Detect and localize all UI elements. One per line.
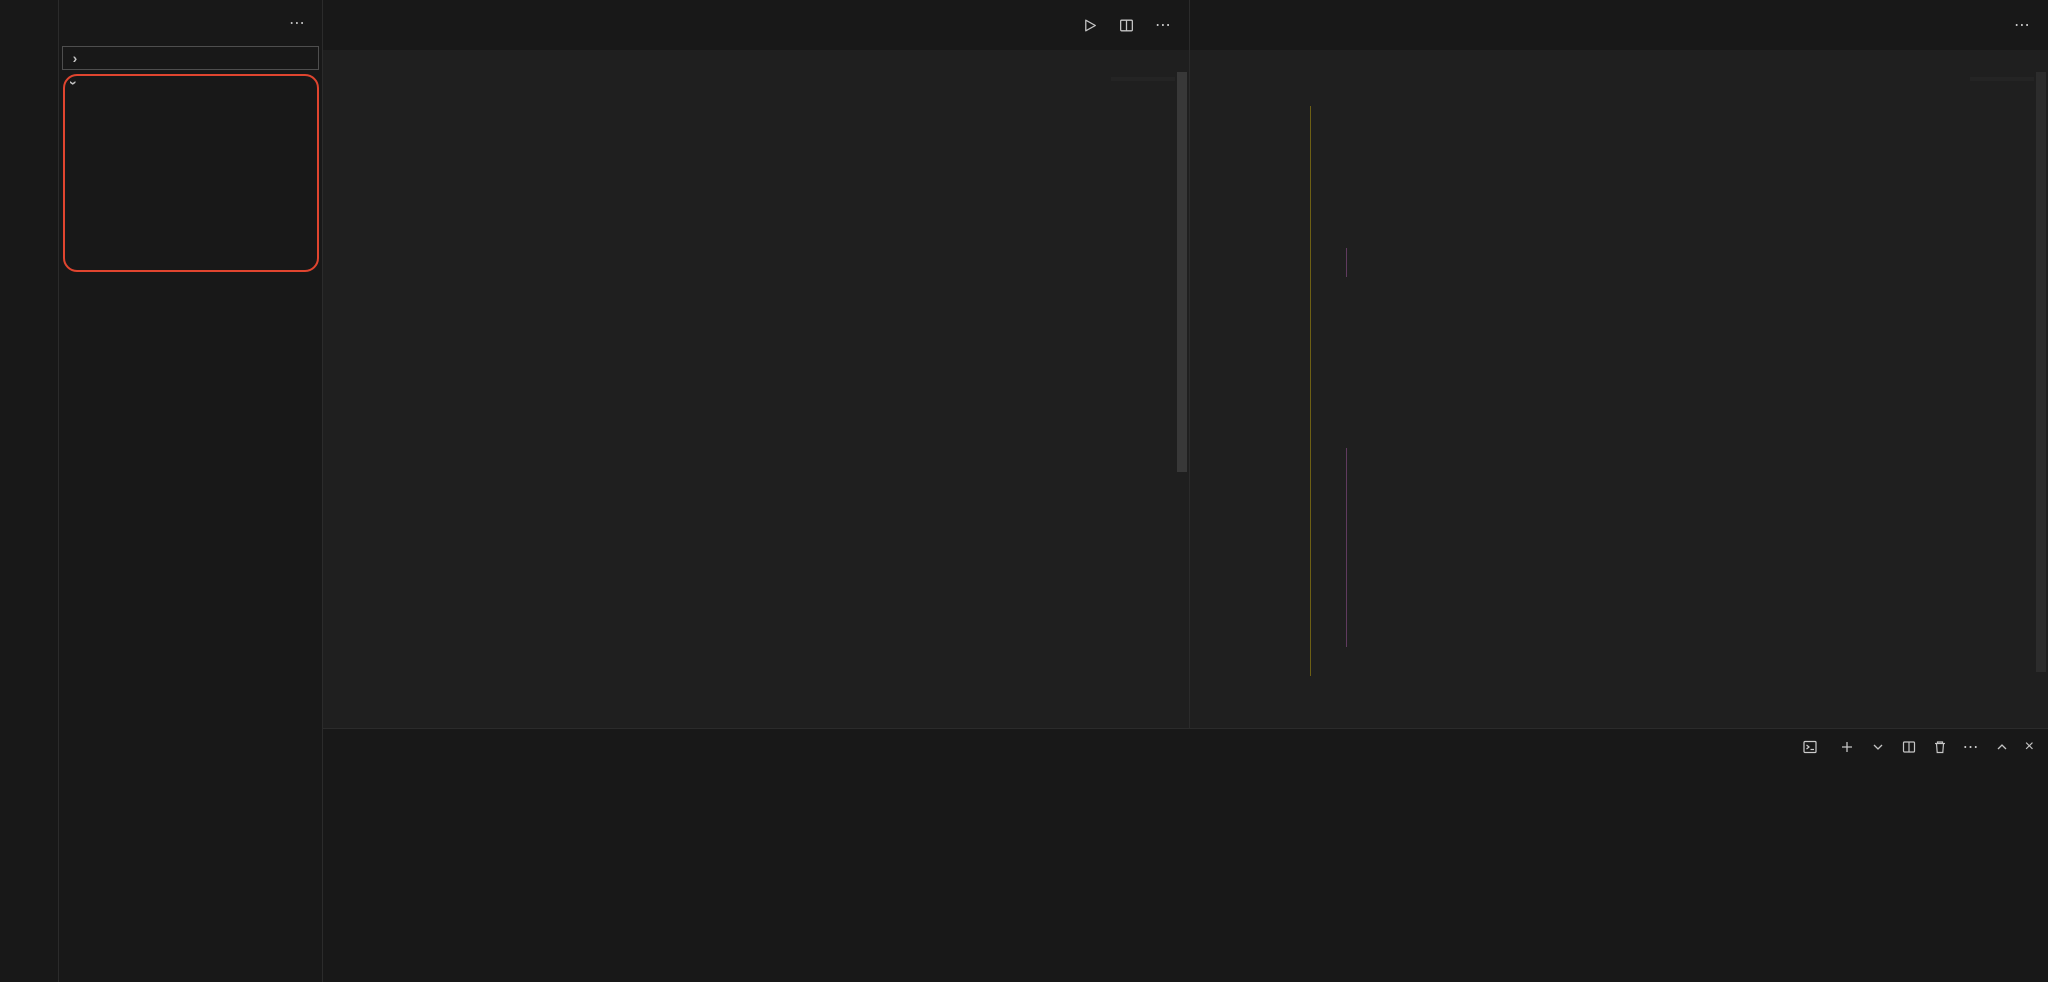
panel-actions: ⋯ ×	[1802, 737, 2034, 757]
indent-guide	[1346, 448, 1347, 648]
close-panel-icon[interactable]: ×	[2025, 738, 2034, 756]
code-area-right	[1190, 72, 2048, 728]
breadcrumb	[323, 50, 1189, 72]
tab-bar-right: ⋯	[1190, 0, 2048, 50]
more-actions-icon[interactable]: ⋯	[2014, 15, 2030, 35]
explorer-sidebar: ⋯ › ›	[59, 0, 323, 982]
run-file-button[interactable]	[1081, 17, 1098, 34]
vscode-window: ⋯ › ›	[0, 0, 2048, 982]
new-terminal-icon[interactable]	[1839, 739, 1855, 755]
chevron-right-icon: ›	[68, 50, 82, 66]
split-terminal-icon[interactable]	[1901, 739, 1917, 755]
sidebar-header: ⋯	[59, 0, 322, 46]
terminal-dropdown-icon[interactable]	[1870, 739, 1886, 755]
code-editor[interactable]	[387, 72, 1189, 728]
minimap[interactable]	[1111, 77, 1175, 81]
annotation-highlight	[63, 74, 319, 272]
editor-group-left: ⋯	[323, 0, 1190, 728]
chevron-down-icon: ›	[66, 76, 82, 90]
indent-guide	[1346, 248, 1347, 277]
scrollbar[interactable]	[2034, 72, 2048, 728]
more-actions-icon[interactable]: ⋯	[1155, 15, 1171, 35]
tab-bar-left: ⋯	[323, 0, 1189, 50]
workbench-main: ⋯ ⋯	[323, 0, 2048, 982]
editor-actions-right: ⋯	[2014, 0, 2048, 50]
editor-actions-left: ⋯	[1081, 0, 1189, 50]
code-editor[interactable]	[1254, 72, 2048, 728]
folder-root[interactable]: ›	[59, 70, 322, 96]
maximize-panel-icon[interactable]	[1994, 739, 2010, 755]
minimap[interactable]	[1970, 77, 2034, 81]
more-actions-icon[interactable]: ⋯	[1963, 737, 1979, 757]
code-area-left	[323, 72, 1189, 728]
editor-group-right: ⋯	[1190, 0, 2048, 728]
panel-header: ⋯ ×	[323, 729, 2048, 765]
line-numbers	[323, 72, 387, 728]
more-actions-icon[interactable]: ⋯	[289, 13, 306, 33]
terminal-profile-button[interactable]	[1802, 739, 1824, 755]
kill-terminal-icon[interactable]	[1932, 739, 1948, 755]
line-numbers	[1190, 72, 1254, 728]
breadcrumb	[1190, 50, 2048, 72]
editor-groups: ⋯ ⋯	[323, 0, 2048, 728]
scrollbar[interactable]	[1175, 72, 1189, 728]
terminal[interactable]	[323, 765, 2048, 779]
open-editors-section[interactable]: ›	[62, 46, 319, 70]
bottom-panel: ⋯ ×	[323, 728, 2048, 982]
indent-guide	[1310, 106, 1311, 676]
activity-bar	[0, 0, 59, 982]
split-editor-icon[interactable]	[1118, 17, 1135, 34]
